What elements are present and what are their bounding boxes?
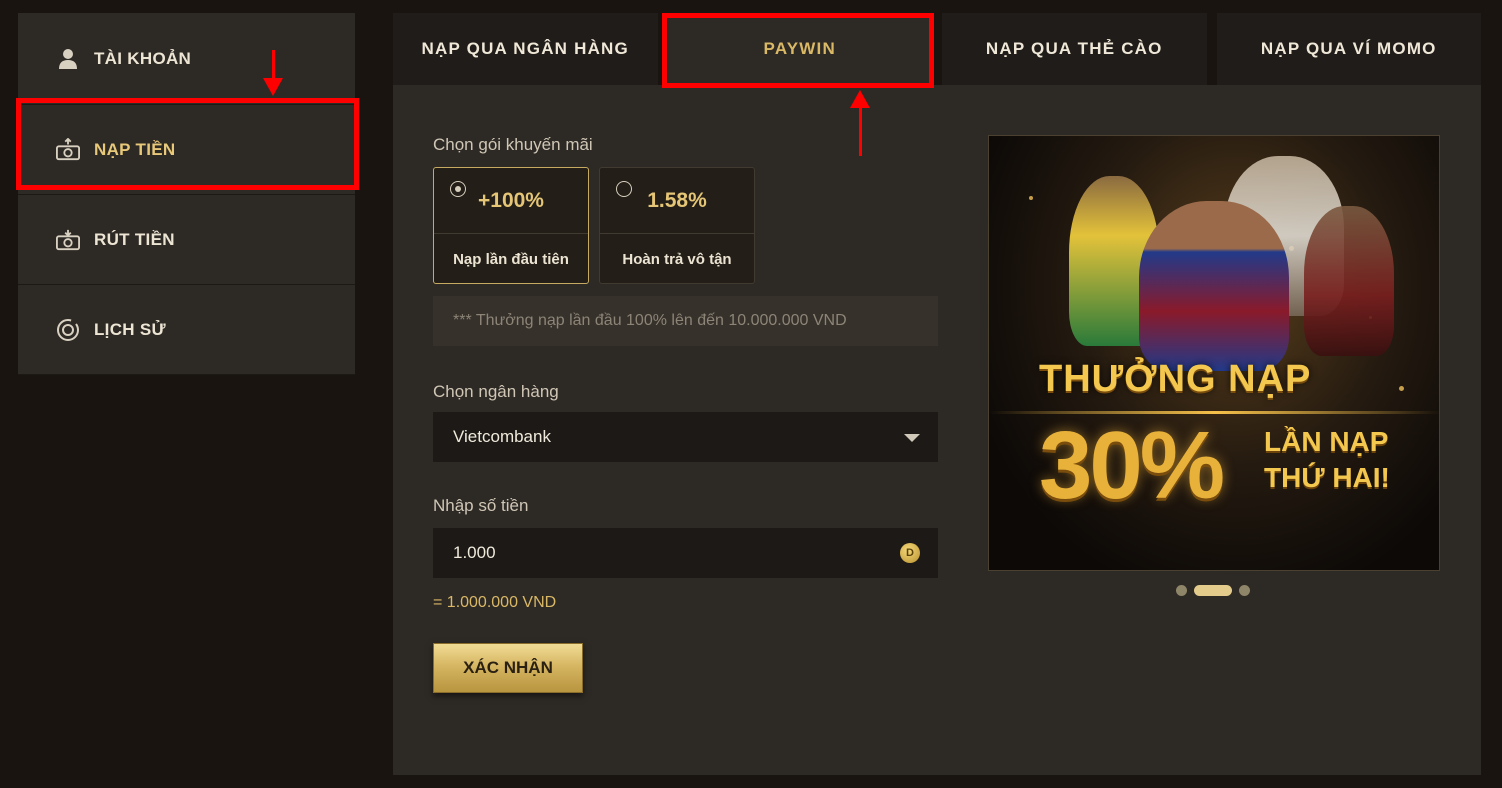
annotation-arrow-head [263,78,283,96]
bank-select-value: Vietcombank [453,427,551,446]
promo-name: Hoàn trả vô tận [622,250,732,268]
player-image [1304,206,1394,356]
amount-field[interactable]: D [433,528,938,578]
player-image [1139,201,1289,371]
amount-label: Nhập số tiền [433,496,529,515]
carousel-dot-active[interactable] [1194,585,1232,596]
history-icon [56,318,80,342]
sidebar: TÀI KHOẢN NẠP TIỀN RÚT TIỀN LỊCH SỬ [18,13,355,375]
sidebar-item-deposit[interactable]: NẠP TIỀN [18,105,355,195]
radio-selected-icon[interactable] [450,181,466,197]
chevron-down-icon [904,434,920,442]
converted-amount: = 1.000.000 VND [433,594,557,611]
sidebar-item-history[interactable]: LỊCH SỬ [18,285,355,375]
annotation-arrow [272,50,275,80]
promo-option-top: 1.58% [600,168,754,234]
bank-select[interactable]: Vietcombank [433,412,938,462]
banner-percent: 30% [1039,412,1225,519]
sidebar-item-label: RÚT TIỀN [94,229,175,249]
tab-paywin[interactable]: PAYWIN [667,13,932,85]
promo-option-first-deposit[interactable]: +100% Nạp lần đầu tiên [433,167,589,284]
sparkle [1399,386,1404,391]
promo-banner[interactable]: THƯỞNG NẠP 30% LẦN NẠP THỨ HAI! [988,135,1440,571]
promo-label: Chọn gói khuyến mãi [433,135,593,154]
sparkle [1029,196,1033,200]
promo-note: *** Thưởng nạp lần đầu 100% lên đến 10.0… [433,296,938,346]
banner-line2: THỨ HAI! [1264,462,1390,493]
tab-momo[interactable]: NẠP QUA VÍ MOMO [1216,13,1481,85]
sidebar-item-label: NẠP TIỀN [94,139,176,159]
sidebar-item-withdraw[interactable]: RÚT TIỀN [18,195,355,285]
sidebar-item-label: TÀI KHOẢN [94,48,192,68]
annotation-arrow [859,108,862,156]
promo-options: +100% Nạp lần đầu tiên 1.58% Hoàn trả vô… [433,167,938,284]
coin-icon: D [900,543,920,563]
deposit-tabs: NẠP QUA NGÂN HÀNG PAYWIN NẠP QUA THẺ CÀO… [393,13,1481,85]
tab-bank[interactable]: NẠP QUA NGÂN HÀNG [393,13,658,85]
amount-input[interactable] [453,543,853,563]
banner-headline: THƯỞNG NẠP [1039,358,1312,400]
annotation-arrow-head [850,90,870,108]
tab-card[interactable]: NẠP QUA THẺ CÀO [942,13,1207,85]
confirm-button[interactable]: XÁC NHẬN [433,643,583,693]
carousel-dots [1176,585,1250,596]
banner-line1: LẦN NẠP [1264,426,1389,457]
radio-icon[interactable] [616,181,632,197]
deposit-form: Chọn gói khuyến mãi +100% Nạp lần đầu ti… [433,135,938,693]
bank-label: Chọn ngân hàng [433,382,559,401]
carousel-dot[interactable] [1176,585,1187,596]
user-icon [56,47,80,71]
sidebar-item-label: LỊCH SỬ [94,319,166,339]
deposit-icon [56,137,80,162]
promo-option-top: +100% [434,168,588,234]
promo-value: +100% [478,188,544,212]
promo-name: Nạp lần đầu tiên [453,250,569,268]
sidebar-item-account[interactable]: TÀI KHOẢN [18,13,355,105]
carousel-dot[interactable] [1239,585,1250,596]
promo-option-cashback[interactable]: 1.58% Hoàn trả vô tận [599,167,755,284]
promo-value: 1.58% [647,188,707,212]
withdraw-icon [56,228,80,252]
deposit-panel: Chọn gói khuyến mãi +100% Nạp lần đầu ti… [393,85,1481,775]
